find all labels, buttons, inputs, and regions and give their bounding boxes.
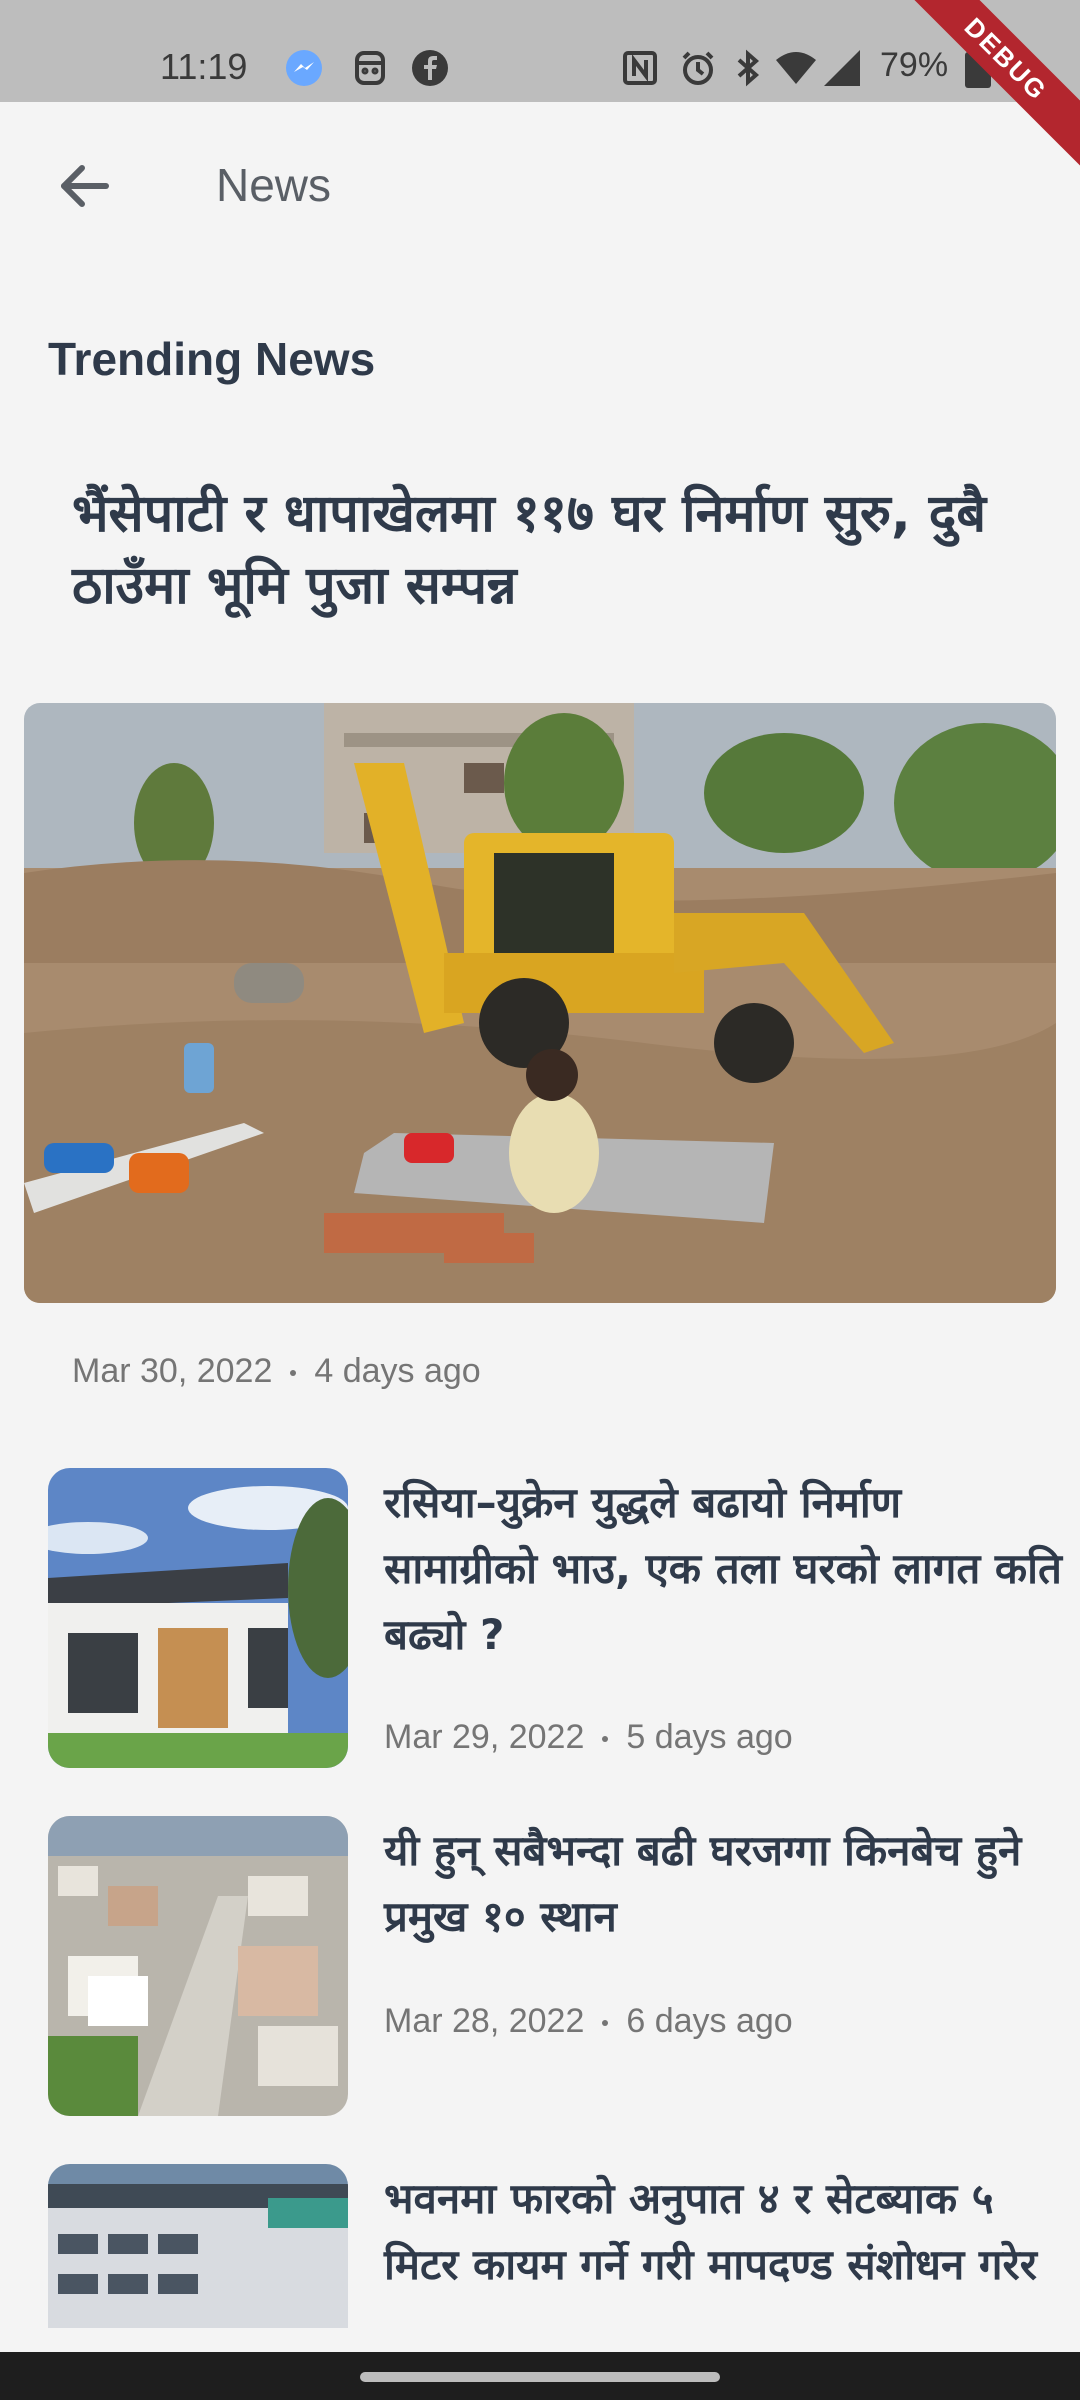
featured-ago: 4 days ago bbox=[314, 1352, 481, 1390]
list-item[interactable]: रसिया–युक्रेन युद्धले बढायो निर्माण सामा… bbox=[48, 1468, 1062, 1768]
article-ago: 6 days ago bbox=[626, 2002, 793, 2040]
article-thumbnail[interactable] bbox=[48, 1816, 348, 2116]
wifi-icon bbox=[774, 48, 816, 88]
battery-percent: 79% bbox=[880, 46, 949, 84]
article-title[interactable]: यी हुन् सबैभन्दा बढी घरजग्गा किनबेच हुने… bbox=[384, 1818, 1064, 1950]
bluetooth-icon bbox=[728, 48, 768, 88]
article-thumbnail[interactable] bbox=[48, 2164, 348, 2328]
section-title: Trending News bbox=[48, 333, 376, 385]
face-id-icon bbox=[350, 48, 390, 88]
app-bar: News bbox=[0, 102, 1080, 270]
meta-separator bbox=[290, 1370, 297, 1377]
home-gesture-handle[interactable] bbox=[360, 2372, 720, 2382]
facebook-icon bbox=[410, 48, 450, 88]
featured-headline[interactable]: भैंसेपाटी र धापाखेलमा ११७ घर निर्माण सुर… bbox=[72, 478, 1012, 622]
article-meta: Mar 29, 2022 5 days ago bbox=[384, 1718, 793, 1757]
alarm-icon bbox=[678, 48, 718, 88]
back-button[interactable] bbox=[50, 154, 118, 218]
featured-image[interactable] bbox=[24, 703, 1056, 1303]
article-date: Mar 28, 2022 bbox=[384, 2002, 585, 2040]
featured-meta: Mar 30, 2022 4 days ago bbox=[72, 1352, 481, 1391]
article-thumbnail[interactable] bbox=[48, 1468, 348, 1768]
arrow-left-icon bbox=[61, 165, 109, 207]
system-navigation-bar bbox=[0, 2352, 1080, 2400]
article-title[interactable]: भवनमा फारको अनुपात ४ र सेटब्याक ५ मिटर क… bbox=[384, 2166, 1048, 2298]
list-item[interactable]: यी हुन् सबैभन्दा बढी घरजग्गा किनबेच हुने… bbox=[48, 1816, 1048, 2116]
meta-separator bbox=[602, 2020, 609, 2027]
meta-separator bbox=[602, 1736, 609, 1743]
article-meta: Mar 28, 2022 6 days ago bbox=[384, 2002, 793, 2041]
news-screen: 11:19 79% DEBUG News Trending News भैंसे… bbox=[0, 0, 1080, 2400]
nfc-icon bbox=[620, 48, 660, 88]
article-title[interactable]: रसिया–युक्रेन युद्धले बढायो निर्माण सामा… bbox=[384, 1470, 1064, 1668]
signal-icon bbox=[822, 48, 862, 88]
messenger-icon bbox=[284, 48, 324, 88]
list-item[interactable]: भवनमा फारको अनुपात ४ र सेटब्याक ५ मिटर क… bbox=[48, 2164, 1048, 2328]
app-title: News bbox=[216, 159, 332, 211]
article-ago: 5 days ago bbox=[626, 1718, 793, 1756]
article-date: Mar 29, 2022 bbox=[384, 1718, 585, 1756]
featured-date: Mar 30, 2022 bbox=[72, 1352, 273, 1390]
status-bar: 11:19 79% DEBUG bbox=[0, 0, 1080, 182]
status-time: 11:19 bbox=[160, 46, 248, 87]
